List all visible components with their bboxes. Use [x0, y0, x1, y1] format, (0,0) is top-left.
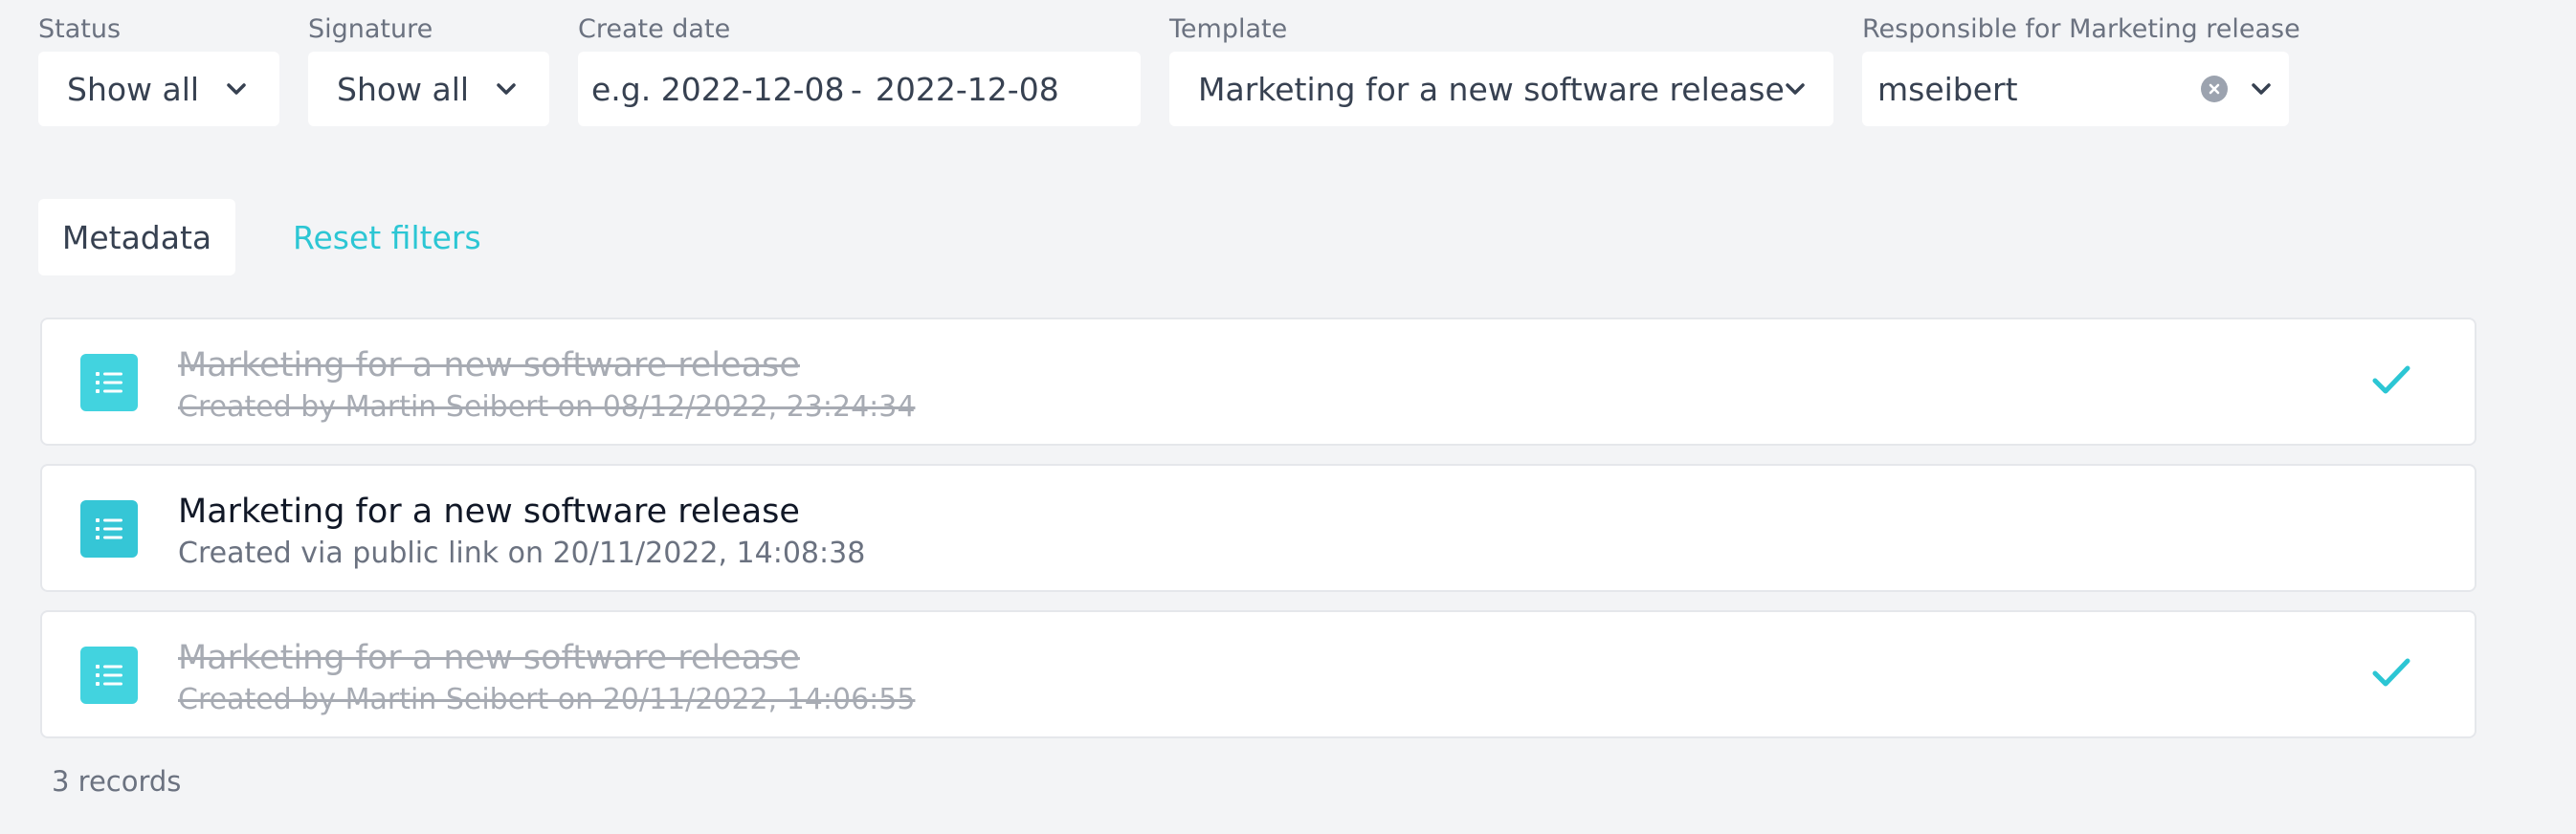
responsible-filter-label: Responsible for Marketing release — [1862, 14, 2300, 44]
checkmark-icon — [2371, 656, 2411, 691]
template-select[interactable]: Marketing for a new software release — [1169, 52, 1833, 126]
list-icon — [80, 354, 138, 411]
list-item[interactable]: Marketing for a new software release Cre… — [40, 610, 2476, 738]
record-title: Marketing for a new software release — [178, 346, 800, 384]
status-filter-label: Status — [38, 14, 122, 44]
metadata-button[interactable]: Metadata — [38, 199, 235, 275]
status-select-value: Show all — [67, 70, 200, 108]
responsible-filter: Responsible for Marketing release mseibe… — [1862, 13, 2300, 126]
filter-bar: Status Show all Signature Show all Creat… — [38, 13, 2576, 128]
template-filter-label: Template — [1169, 14, 1288, 44]
status-filter: Status Show all — [38, 13, 279, 126]
record-title: Marketing for a new software release — [178, 639, 800, 677]
clear-icon[interactable] — [2201, 76, 2228, 102]
records-count: 3 records — [52, 765, 182, 798]
date-range-separator: - — [851, 70, 862, 108]
checkmark-icon — [2371, 363, 2411, 398]
create-date-filter: Create date - — [578, 13, 1141, 126]
create-date-filter-label: Create date — [578, 14, 731, 44]
record-subtitle: Created via public link on 20/11/2022, 1… — [178, 537, 866, 570]
template-select-value: Marketing for a new software release — [1198, 70, 1785, 108]
reset-filters-link[interactable]: Reset filters — [293, 219, 481, 256]
signature-select-value: Show all — [337, 70, 470, 108]
record-subtitle: Created by Martin Seibert on 08/12/2022,… — [178, 390, 916, 424]
actions-bar: Metadata Reset filters — [38, 199, 481, 275]
signature-select[interactable]: Show all — [308, 52, 549, 126]
date-to-input[interactable] — [875, 70, 1129, 108]
record-subtitle: Created by Martin Seibert on 20/11/2022,… — [178, 683, 916, 716]
signature-filter-label: Signature — [308, 14, 433, 44]
template-filter: Template Marketing for a new software re… — [1169, 13, 1833, 126]
responsible-select[interactable]: mseibert — [1862, 52, 2289, 126]
status-select[interactable]: Show all — [38, 52, 279, 126]
date-from-input[interactable] — [591, 70, 845, 108]
record-title: Marketing for a new software release — [178, 493, 800, 531]
list-item[interactable]: Marketing for a new software release Cre… — [40, 318, 2476, 446]
chevron-down-icon — [1785, 75, 1806, 103]
chevron-down-icon — [222, 75, 251, 103]
responsible-select-value: mseibert — [1877, 70, 2018, 108]
list-icon — [80, 500, 138, 558]
chevron-down-icon — [492, 75, 521, 103]
list-item[interactable]: Marketing for a new software release Cre… — [40, 464, 2476, 592]
records-list: Marketing for a new software release Cre… — [40, 318, 2476, 757]
signature-filter: Signature Show all — [308, 13, 549, 126]
list-icon — [80, 647, 138, 704]
create-date-range: - — [578, 52, 1141, 126]
chevron-down-icon[interactable] — [2247, 75, 2276, 103]
